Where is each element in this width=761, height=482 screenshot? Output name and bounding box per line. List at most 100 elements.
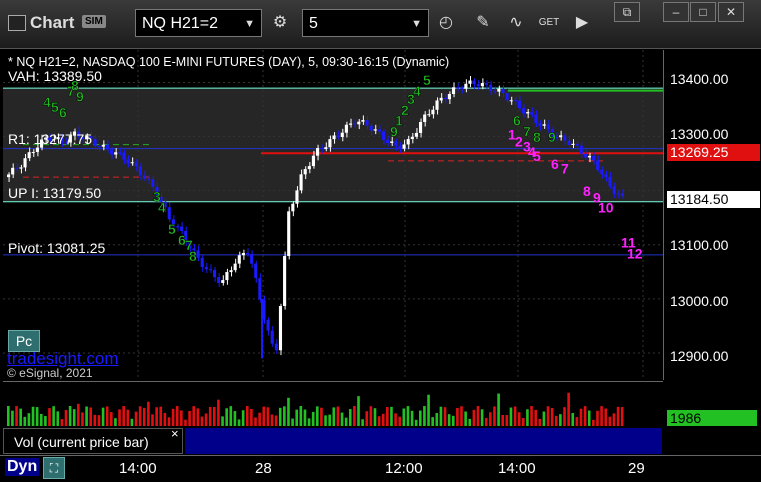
clock-icon[interactable]: ◴ [434, 11, 458, 35]
volume-bar [587, 410, 591, 426]
candle-body [258, 278, 262, 300]
volume-bar [48, 408, 51, 426]
volume-bar [283, 406, 286, 426]
volume-bar [188, 410, 191, 426]
volume-bar [208, 406, 212, 426]
minimize-icon[interactable]: – [663, 2, 689, 22]
volume-bar [563, 407, 566, 426]
symbol-combo[interactable]: NQ H21=2 ▼ [135, 9, 262, 37]
time-axis[interactable] [0, 455, 761, 482]
price-chart[interactable]: 4 5 6 7 8 9 3 4 5 6 7 8 9 1 2 3 4 5 6 7 8 9 1 2 3 4 5 6 7 8 9 10 11 12 [3, 50, 663, 380]
volume-bar [44, 416, 47, 426]
interval-combo[interactable]: 5 ▼ [302, 9, 429, 37]
count-magenta: 2 [515, 133, 523, 149]
candle-body [217, 277, 221, 283]
count-magenta: 7 [561, 160, 569, 176]
candle-body [480, 83, 484, 87]
pencil-icon[interactable]: ✎ [471, 11, 495, 35]
candle-body [105, 144, 109, 150]
volume-bar [233, 411, 237, 426]
study-icon[interactable]: ∿ [504, 11, 528, 35]
close-icon[interactable]: ✕ [718, 2, 744, 22]
volume-bar [336, 406, 340, 426]
candle-body [270, 330, 274, 344]
volume-bar [118, 409, 121, 426]
volume-bar [130, 418, 134, 426]
volume-bar [381, 413, 385, 426]
volume-bar [15, 406, 18, 426]
volume-bar [513, 406, 517, 426]
play-icon[interactable]: ▶ [570, 11, 594, 35]
volume-bar [443, 407, 447, 426]
volume-bar [93, 414, 97, 426]
get-button[interactable]: GET [537, 11, 561, 35]
candle-body [493, 91, 497, 93]
volume-bar [72, 409, 76, 426]
candle-body [604, 174, 608, 177]
volume-bar [163, 412, 167, 426]
volume-bar [258, 412, 261, 426]
candle-body [130, 162, 134, 164]
candle-body [213, 269, 217, 278]
candle-body [571, 143, 575, 146]
candle-body [27, 152, 31, 159]
volume-bar [23, 416, 27, 426]
volume-pane[interactable] [3, 381, 663, 428]
y-tick-label: 13100.00 [670, 237, 729, 253]
candle-body [559, 135, 563, 138]
volume-bar [254, 417, 257, 426]
volume-bar [204, 413, 208, 426]
volume-bar [460, 406, 463, 426]
count-magenta: 6 [551, 156, 559, 172]
count-green: 9 [76, 88, 84, 104]
volume-bar [97, 415, 101, 426]
maximize-icon[interactable]: □ [690, 2, 716, 22]
candle-body [447, 94, 451, 100]
volume-bar [575, 417, 579, 426]
volume-bar [534, 409, 537, 426]
copyright: © eSignal, 2021 [7, 366, 93, 380]
candle-body [328, 139, 332, 148]
volume-bar [151, 414, 154, 426]
volume-bar [126, 409, 130, 426]
volume-bar [554, 415, 558, 426]
candle-body [122, 152, 126, 160]
volume-study-bar [185, 428, 662, 454]
volume-bar [81, 412, 84, 426]
volume-bar [85, 406, 88, 426]
candle-body [509, 100, 513, 102]
count-green: 4 [158, 199, 166, 215]
candle-body [357, 121, 361, 125]
volume-bar [192, 406, 196, 426]
volume-bar [357, 396, 360, 426]
restore-icon[interactable]: ⧉ [614, 2, 640, 22]
candle-body [505, 93, 509, 101]
candle-body [373, 129, 377, 131]
volume-bar [200, 416, 204, 426]
candle-body [427, 114, 431, 116]
fit-icon[interactable]: ⛶ [43, 457, 65, 479]
close-icon[interactable]: × [171, 426, 179, 441]
candle-body [245, 252, 250, 255]
volume-bar [447, 414, 451, 426]
price-axis[interactable]: 13400.00 13300.00 13100.00 13000.00 1290… [663, 50, 761, 380]
candle-body [241, 252, 245, 256]
dyn-button[interactable]: Dyn [5, 458, 40, 476]
volume-bar [270, 414, 274, 426]
volume-bar [456, 407, 459, 426]
volume-bar [213, 406, 216, 426]
volume-bar [89, 407, 93, 426]
x-tick-label: 14:00 [119, 460, 157, 477]
volume-bar [122, 406, 125, 426]
volume-bar [427, 394, 430, 426]
volume-bar [27, 413, 31, 426]
candle-body [237, 255, 241, 264]
candle-body [365, 120, 369, 126]
volume-bar [142, 407, 146, 426]
volume-bar [398, 416, 402, 426]
x-tick-label: 12:00 [385, 460, 423, 477]
y-tick-label: 13400.00 [670, 71, 729, 87]
gear-icon[interactable]: ⚙ [268, 11, 292, 35]
volume-bar [476, 406, 480, 426]
candle-body [299, 174, 303, 191]
